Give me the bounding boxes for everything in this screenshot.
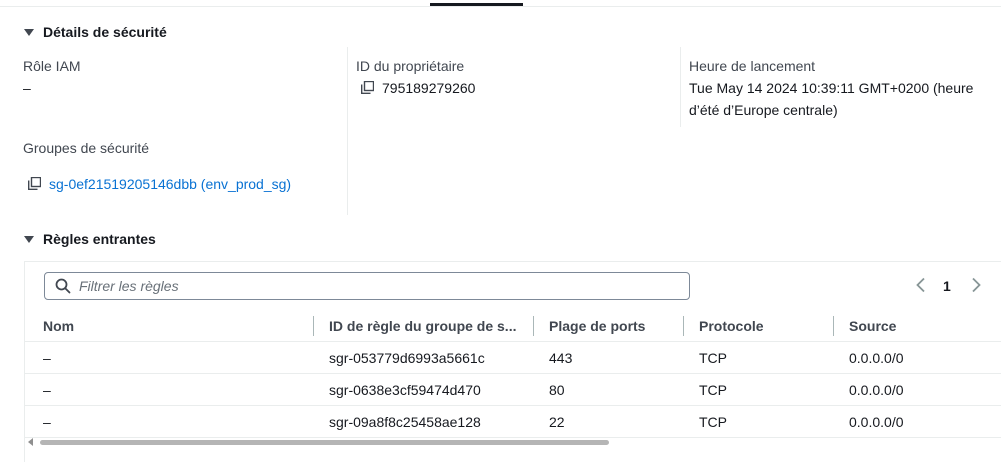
column-header-source[interactable]: Source bbox=[849, 318, 896, 334]
cell-name: – bbox=[43, 382, 51, 398]
security-group-item: sg-0ef21519205146dbb (env_prod_sg) bbox=[28, 176, 291, 192]
cell-protocol: TCP bbox=[699, 350, 727, 366]
caret-down-icon bbox=[24, 28, 34, 36]
column-header-rule-id[interactable]: ID de règle du groupe de s... bbox=[329, 318, 516, 334]
owner-id-label: ID du propriétaire bbox=[356, 58, 465, 74]
column-resizer[interactable] bbox=[533, 316, 534, 336]
chevron-right-icon[interactable] bbox=[969, 277, 983, 293]
inbound-rules-toggle[interactable]: Règles entrantes bbox=[24, 231, 156, 247]
security-details-toggle[interactable]: Détails de sécurité bbox=[24, 24, 167, 40]
owner-id-value-group: 795189279260 bbox=[361, 80, 475, 96]
launch-time-label: Heure de lancement bbox=[689, 58, 816, 74]
table-row[interactable]: – sgr-09a8f8c25458ae128 22 TCP 0.0.0.0/0 bbox=[24, 406, 1001, 438]
iam-role-value: – bbox=[23, 80, 31, 96]
chevron-left-icon[interactable] bbox=[914, 277, 928, 293]
security-details-heading: Détails de sécurité bbox=[43, 24, 167, 40]
table-row[interactable]: – sgr-053779d6993a5661c 443 TCP 0.0.0.0/… bbox=[24, 342, 1001, 374]
security-group-link[interactable]: sg-0ef21519205146dbb (env_prod_sg) bbox=[49, 176, 291, 192]
column-resizer[interactable] bbox=[313, 316, 314, 336]
owner-id-value: 795189279260 bbox=[382, 80, 476, 96]
copy-icon[interactable] bbox=[361, 81, 374, 94]
cell-protocol: TCP bbox=[699, 414, 727, 430]
cell-source: 0.0.0.0/0 bbox=[849, 414, 904, 430]
column-resizer[interactable] bbox=[683, 316, 684, 336]
search-icon bbox=[55, 278, 71, 294]
cell-rule-id: sgr-09a8f8c25458ae128 bbox=[329, 414, 481, 430]
column-resizer[interactable] bbox=[833, 316, 834, 336]
cell-rule-id: sgr-053779d6993a5661c bbox=[329, 350, 485, 366]
cell-source: 0.0.0.0/0 bbox=[849, 382, 904, 398]
filter-rules-input[interactable] bbox=[79, 278, 639, 294]
filter-box[interactable] bbox=[44, 272, 690, 300]
cell-port-range: 22 bbox=[549, 414, 565, 430]
table-row[interactable]: – sgr-0638e3cf59474d470 80 TCP 0.0.0.0/0 bbox=[24, 374, 1001, 406]
active-tab-indicator bbox=[430, 3, 523, 6]
cell-source: 0.0.0.0/0 bbox=[849, 350, 904, 366]
cell-name: – bbox=[43, 414, 51, 430]
column-header-name[interactable]: Nom bbox=[43, 318, 74, 334]
page-number[interactable]: 1 bbox=[943, 278, 951, 294]
column-divider bbox=[347, 47, 348, 215]
column-header-protocol[interactable]: Protocole bbox=[699, 318, 764, 334]
copy-icon[interactable] bbox=[28, 177, 41, 190]
launch-time-line-2: d’été d’Europe centrale) bbox=[689, 102, 838, 118]
cell-port-range: 80 bbox=[549, 382, 565, 398]
caret-down-icon bbox=[24, 235, 34, 243]
column-divider bbox=[680, 47, 681, 127]
table-header: Nom ID de règle du groupe de s... Plage … bbox=[24, 310, 1001, 342]
security-groups-label: Groupes de sécurité bbox=[23, 140, 150, 156]
inbound-rules-heading: Règles entrantes bbox=[43, 231, 156, 247]
cell-protocol: TCP bbox=[699, 382, 727, 398]
cell-name: – bbox=[43, 350, 51, 366]
horizontal-scrollbar[interactable] bbox=[40, 440, 609, 445]
cell-port-range: 443 bbox=[549, 350, 573, 366]
column-header-port-range[interactable]: Plage de ports bbox=[549, 318, 645, 334]
launch-time-line-1: Tue May 14 2024 10:39:11 GMT+0200 (heure bbox=[689, 80, 974, 96]
iam-role-label: Rôle IAM bbox=[23, 58, 81, 74]
cell-rule-id: sgr-0638e3cf59474d470 bbox=[329, 382, 481, 398]
